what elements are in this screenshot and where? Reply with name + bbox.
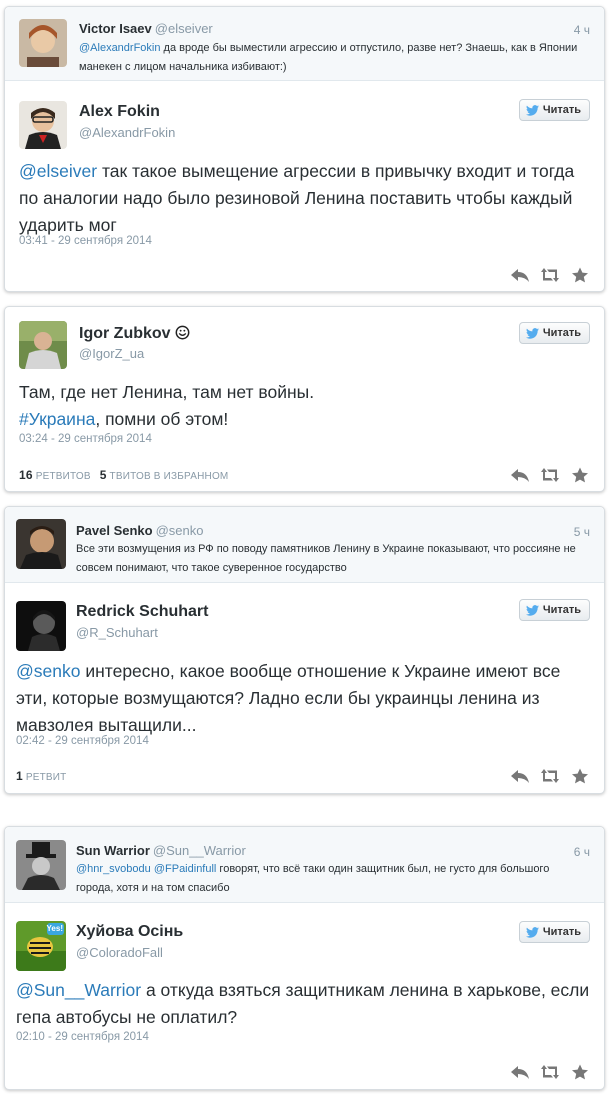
- tweet-text: @elseiver так такое вымещение агрессии в…: [19, 158, 589, 239]
- parent-text: @AlexandrFokin да вроде бы выместили агр…: [79, 39, 589, 77]
- author-handle[interactable]: @R_Schuhart: [76, 625, 158, 640]
- tweet-body: интересно, какое вообще отношение к Укра…: [16, 661, 561, 735]
- tweet-date[interactable]: 02:42 - 29 сентября 2014: [16, 735, 149, 747]
- tweet-actions: [510, 1064, 590, 1080]
- parent-author[interactable]: Victor Isaev @elseiver: [79, 21, 213, 36]
- tweet-actions: [510, 467, 590, 483]
- reply-icon[interactable]: [510, 467, 530, 483]
- mention-link[interactable]: @senko: [16, 661, 80, 681]
- tweet-actions: [510, 267, 590, 283]
- author-handle[interactable]: @senko: [156, 523, 204, 538]
- twitter-bird-icon: [525, 926, 539, 938]
- tweet-embed-2: Igor Zubkov @IgorZ_ua Читать Там, где не…: [4, 306, 605, 492]
- avatar[interactable]: [19, 101, 67, 149]
- tweet-date[interactable]: 02:10 - 29 сентября 2014: [16, 1031, 149, 1043]
- tweet-embed-4: Sun Warrior @Sun__Warrior 6 ч @hnr_svobod…: [4, 826, 605, 1090]
- author-name[interactable]: Alex Fokin: [79, 103, 160, 121]
- smiley-badge-icon: [175, 325, 189, 340]
- avatar[interactable]: [19, 19, 67, 67]
- parent-time[interactable]: 6 ч: [574, 845, 590, 859]
- follow-label: Читать: [542, 104, 581, 116]
- favorite-number: 5: [99, 468, 107, 482]
- retweet-count[interactable]: 16 РЕТВИТОВ: [19, 468, 91, 482]
- retweet-count[interactable]: 1 РЕТВИТ: [16, 769, 67, 783]
- avatar[interactable]: [19, 321, 67, 369]
- mention-link[interactable]: @Sun__Warrior: [16, 980, 141, 1000]
- parent-time[interactable]: 4 ч: [574, 23, 590, 37]
- parent-tweet[interactable]: Pavel Senko @senko 5 ч Все эти возмущения…: [5, 507, 604, 583]
- avatar[interactable]: Yes!: [16, 921, 66, 971]
- tweet-date[interactable]: 03:41 - 29 сентября 2014: [19, 235, 152, 247]
- retweet-icon[interactable]: [540, 467, 560, 483]
- reply-icon[interactable]: [510, 1064, 530, 1080]
- twitter-bird-icon: [525, 327, 539, 339]
- follow-button[interactable]: Читать: [518, 322, 590, 344]
- parent-text: @hnr_svobodu @FPaidinfull говорят, что в…: [76, 860, 561, 898]
- retweet-label: РЕТВИТ: [25, 772, 67, 783]
- follow-button[interactable]: Читать: [518, 99, 590, 121]
- author-name[interactable]: Sun Warrior: [76, 843, 150, 858]
- author-name[interactable]: Redrick Schuhart: [76, 603, 208, 621]
- twitter-bird-icon: [525, 104, 539, 116]
- tweet-date[interactable]: 03:24 - 29 сентября 2014: [19, 433, 152, 445]
- favorite-label: ТВИТОВ В ИЗБРАННОМ: [109, 471, 229, 482]
- follow-button[interactable]: Читать: [518, 921, 590, 943]
- tweet-line-2: #Украина, помни об этом!: [19, 406, 589, 433]
- hashtag-link[interactable]: #Украина: [19, 409, 95, 429]
- tweet-text: @Sun__Warrior а откуда взяться защитника…: [16, 977, 591, 1031]
- avatar[interactable]: [16, 519, 66, 569]
- parent-author[interactable]: Pavel Senko @senko: [76, 523, 204, 538]
- retweet-number: 1: [16, 769, 23, 783]
- retweet-icon[interactable]: [540, 768, 560, 784]
- tweet-body: так такое вымещение агрессии в привычку …: [19, 161, 575, 235]
- tweet-text: @senko интересно, какое вообще отношение…: [16, 658, 591, 739]
- retweet-icon[interactable]: [540, 1064, 560, 1080]
- author-handle[interactable]: @IgorZ_ua: [79, 346, 144, 361]
- author-name[interactable]: Pavel Senko: [76, 523, 153, 538]
- parent-tweet[interactable]: Victor Isaev @elseiver 4 ч @AlexandrFokin…: [5, 7, 604, 81]
- follow-button[interactable]: Читать: [518, 599, 590, 621]
- tweet-stats: 1 РЕТВИТ: [16, 769, 66, 783]
- retweet-number: 16: [19, 468, 33, 482]
- author-handle[interactable]: @elseiver: [155, 21, 213, 36]
- star-icon[interactable]: [570, 1064, 590, 1080]
- follow-label: Читать: [542, 327, 581, 339]
- follow-label: Читать: [542, 604, 581, 616]
- retweet-label: РЕТВИТОВ: [35, 471, 91, 482]
- reply-icon[interactable]: [510, 267, 530, 283]
- author-name[interactable]: Хуйова Осінь: [76, 923, 183, 941]
- retweet-icon[interactable]: [540, 267, 560, 283]
- mention-link[interactable]: @hnr_svobodu: [76, 863, 151, 875]
- parent-tweet[interactable]: Sun Warrior @Sun__Warrior 6 ч @hnr_svobod…: [5, 827, 604, 903]
- author-handle[interactable]: @ColoradoFall: [76, 945, 163, 960]
- parent-author[interactable]: Sun Warrior @Sun__Warrior: [76, 843, 246, 858]
- avatar[interactable]: [16, 840, 66, 890]
- tweet-text: Там, где нет Ленина, там нет войны. #Укр…: [19, 379, 589, 433]
- star-icon[interactable]: [570, 467, 590, 483]
- author-name[interactable]: Victor Isaev: [79, 21, 152, 36]
- favorite-count[interactable]: 5 ТВИТОВ В ИЗБРАННОМ: [99, 468, 229, 482]
- mention-link[interactable]: @elseiver: [19, 161, 97, 181]
- author-handle[interactable]: @AlexandrFokin: [79, 125, 175, 140]
- star-icon[interactable]: [570, 768, 590, 784]
- follow-label: Читать: [542, 926, 581, 938]
- avatar[interactable]: [16, 601, 66, 651]
- tweet-actions: [510, 768, 590, 784]
- parent-time[interactable]: 5 ч: [574, 525, 590, 539]
- tweet-line-1: Там, где нет Ленина, там нет войны.: [19, 382, 315, 402]
- tweet-stats: 16 РЕТВИТОВ 5 ТВИТОВ В ИЗБРАННОМ: [19, 468, 228, 482]
- author-name[interactable]: Igor Zubkov: [79, 325, 171, 342]
- avatar-badge-text: Yes!: [46, 924, 63, 933]
- tweet-embed-3: Pavel Senko @senko 5 ч Все эти возмущения…: [4, 506, 605, 794]
- mention-link[interactable]: @FPaidinfull: [154, 863, 217, 875]
- mention-link[interactable]: @AlexandrFokin: [79, 42, 160, 54]
- tweet-line-2-rest: , помни об этом!: [95, 409, 229, 429]
- reply-icon[interactable]: [510, 768, 530, 784]
- twitter-bird-icon: [525, 604, 539, 616]
- parent-text: Все эти возмущения из РФ по поводу памят…: [76, 543, 576, 574]
- tweet-embed-1: Victor Isaev @elseiver 4 ч @AlexandrFokin…: [4, 6, 605, 292]
- author-name-row[interactable]: Igor Zubkov: [79, 325, 190, 343]
- author-handle[interactable]: @Sun__Warrior: [153, 843, 246, 858]
- star-icon[interactable]: [570, 267, 590, 283]
